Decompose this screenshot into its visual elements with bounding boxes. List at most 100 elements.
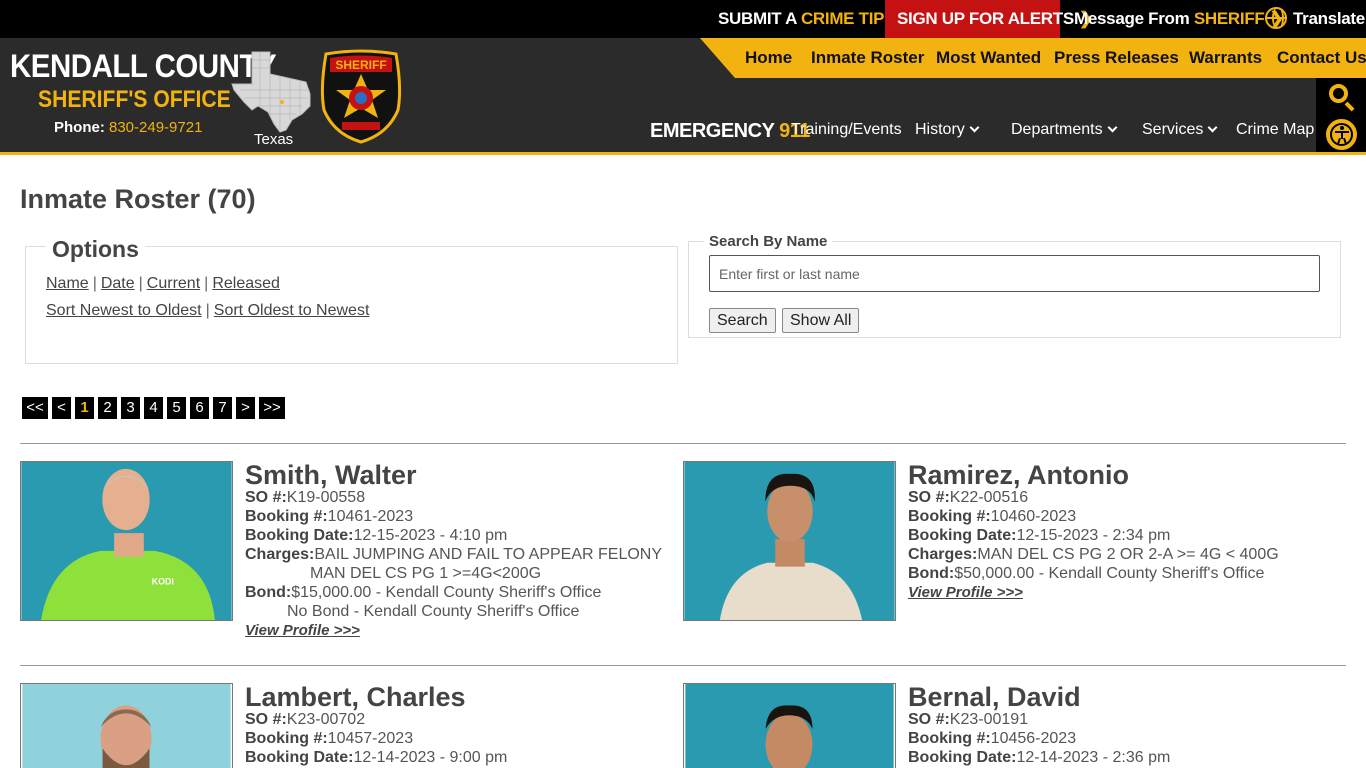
filter-date-link[interactable]: Date	[101, 275, 135, 292]
bond: Bond:$15,000.00 - Kendall County Sheriff…	[245, 584, 601, 602]
options-legend: Options	[46, 236, 145, 263]
so-value: K19-00558	[286, 489, 366, 506]
so-label: SO #:	[908, 489, 950, 506]
nav-departments-label: Departments	[1011, 121, 1103, 138]
nav-departments[interactable]: Departments	[1011, 121, 1118, 139]
pager-next[interactable]: >	[236, 397, 255, 419]
separator: |	[204, 275, 209, 292]
booking-date-label: Booking Date:	[908, 527, 1017, 544]
chevron-down-icon	[1207, 122, 1218, 133]
separator: |	[92, 275, 97, 292]
chevron-down-icon	[1107, 122, 1118, 133]
inmate-name[interactable]: Smith, Walter	[245, 460, 417, 491]
so-label: SO #:	[245, 489, 287, 506]
separator: |	[138, 275, 143, 292]
nav-contact-us[interactable]: Contact Us	[1277, 38, 1366, 78]
charges: Charges:BAIL JUMPING AND FAIL TO APPEAR …	[245, 546, 662, 564]
nav-press-releases[interactable]: Press Releases	[1054, 38, 1179, 78]
booking-date-value: 12-15-2023 - 2:34 pm	[1016, 527, 1171, 544]
filter-released-link[interactable]: Released	[212, 275, 280, 292]
booking-number-value: 10456-2023	[990, 730, 1077, 747]
booking-number-value: 10461-2023	[327, 508, 414, 525]
inmate-photo[interactable]	[20, 683, 233, 768]
pager-prev[interactable]: <	[52, 397, 71, 419]
booking-date-label: Booking Date:	[245, 527, 354, 544]
accessibility-icon[interactable]	[1326, 119, 1357, 150]
message-label-b: SHERIFF	[1193, 9, 1265, 28]
booking-date-value: 12-15-2023 - 4:10 pm	[353, 527, 508, 544]
booking-number: Booking #:10461-2023	[245, 508, 413, 526]
inmate-photo[interactable]: KODI	[20, 461, 233, 621]
booking-date: Booking Date:12-14-2023 - 2:36 pm	[908, 749, 1170, 767]
translate-button[interactable]: Translate	[1265, 0, 1365, 38]
crime-tip-label-b: CRIME TIP	[800, 9, 885, 28]
pager-page[interactable]: 5	[167, 397, 186, 419]
bond-value: $15,000.00 - Kendall County Sheriff's Of…	[291, 584, 602, 601]
search-icon[interactable]	[1329, 84, 1355, 112]
translate-label: Translate	[1293, 9, 1365, 28]
so-number: SO #:K23-00702	[245, 711, 365, 729]
inmate-name[interactable]: Bernal, David	[908, 682, 1081, 713]
pager-page[interactable]: 3	[121, 397, 140, 419]
page-title: Inmate Roster (70)	[20, 184, 256, 214]
inmate-name[interactable]: Ramirez, Antonio	[908, 460, 1129, 491]
booking-date: Booking Date:12-15-2023 - 2:34 pm	[908, 527, 1170, 545]
sheriff-badge-icon[interactable]: SHERIFF	[318, 48, 404, 144]
inmate-photo[interactable]	[683, 461, 896, 621]
crime-tip-label-a: SUBMIT A	[718, 9, 801, 28]
nav-history[interactable]: History	[915, 121, 980, 139]
nav-crime-map[interactable]: Crime Map	[1236, 121, 1314, 139]
header-divider	[0, 152, 1366, 155]
filter-name-link[interactable]: Name	[46, 275, 89, 292]
site-subtitle[interactable]: SHERIFF'S OFFICE	[38, 86, 231, 114]
texas-label: Texas	[254, 131, 294, 148]
view-profile-link[interactable]: View Profile >>>	[245, 622, 360, 639]
so-label: SO #:	[245, 711, 287, 728]
show-all-button[interactable]: Show All	[782, 308, 860, 333]
booking-date: Booking Date:12-14-2023 - 9:00 pm	[245, 749, 507, 767]
submit-crime-tip-link[interactable]: SUBMIT A CRIME TIP❯	[718, 0, 903, 38]
so-value: K23-00702	[286, 711, 366, 728]
booking-date-label: Booking Date:	[245, 749, 354, 766]
sort-oldest-link[interactable]: Sort Oldest to Newest	[214, 302, 370, 319]
pager-page[interactable]: 6	[190, 397, 209, 419]
pager-page[interactable]: 4	[144, 397, 163, 419]
booking-number-label: Booking #:	[908, 730, 991, 747]
nav-services[interactable]: Services	[1142, 121, 1218, 139]
nav-training-events[interactable]: Training/Events	[791, 121, 902, 139]
view-profile-link[interactable]: View Profile >>>	[908, 584, 1023, 601]
sort-newest-link[interactable]: Sort Newest to Oldest	[46, 302, 202, 319]
divider	[20, 443, 1346, 444]
nav-inmate-roster[interactable]: Inmate Roster	[811, 38, 924, 78]
search-input[interactable]	[709, 255, 1320, 292]
so-number: SO #:K19-00558	[245, 489, 365, 507]
so-value: K23-00191	[949, 711, 1029, 728]
charge-value: MAN DEL CS PG 2 OR 2-A >= 4G < 400G	[977, 546, 1279, 563]
pager-page[interactable]: 2	[98, 397, 117, 419]
pager-page[interactable]: 1	[75, 397, 94, 419]
search-button[interactable]: Search	[709, 308, 776, 333]
pager-page[interactable]: 7	[213, 397, 232, 419]
nav-home[interactable]: Home	[745, 38, 792, 78]
inmate-name[interactable]: Lambert, Charles	[245, 682, 466, 713]
booking-number-value: 10460-2023	[990, 508, 1077, 525]
chevron-down-icon	[969, 122, 980, 133]
nav-most-wanted[interactable]: Most Wanted	[936, 38, 1041, 78]
pager-last[interactable]: >>	[259, 397, 285, 419]
nav-services-label: Services	[1142, 121, 1204, 138]
bond-label: Bond:	[908, 565, 955, 582]
filter-current-link[interactable]: Current	[147, 275, 200, 292]
message-from-sheriff-link[interactable]: Message From SHERIFF ❯	[1074, 0, 1284, 38]
phone-number-link[interactable]: 830-249-9721	[109, 119, 202, 136]
accessibility-icon-head	[1340, 126, 1344, 130]
inmate-photo[interactable]	[683, 683, 896, 768]
svg-text:SHERIFF: SHERIFF	[335, 58, 386, 72]
nav-warrants[interactable]: Warrants	[1189, 38, 1262, 78]
pager-first[interactable]: <<	[22, 397, 48, 419]
phone-info: Phone: 830-249-9721	[54, 119, 202, 136]
booking-date: Booking Date:12-15-2023 - 4:10 pm	[245, 527, 507, 545]
emergency-911: EMERGENCY 911	[650, 120, 810, 143]
primary-nav: Home Inmate Roster Most Wanted Press Rel…	[700, 38, 1366, 78]
sign-up-alerts-link[interactable]: SIGN UP FOR ALERTS ❯	[885, 0, 1093, 38]
bond: Bond:$50,000.00 - Kendall County Sheriff…	[908, 565, 1264, 583]
